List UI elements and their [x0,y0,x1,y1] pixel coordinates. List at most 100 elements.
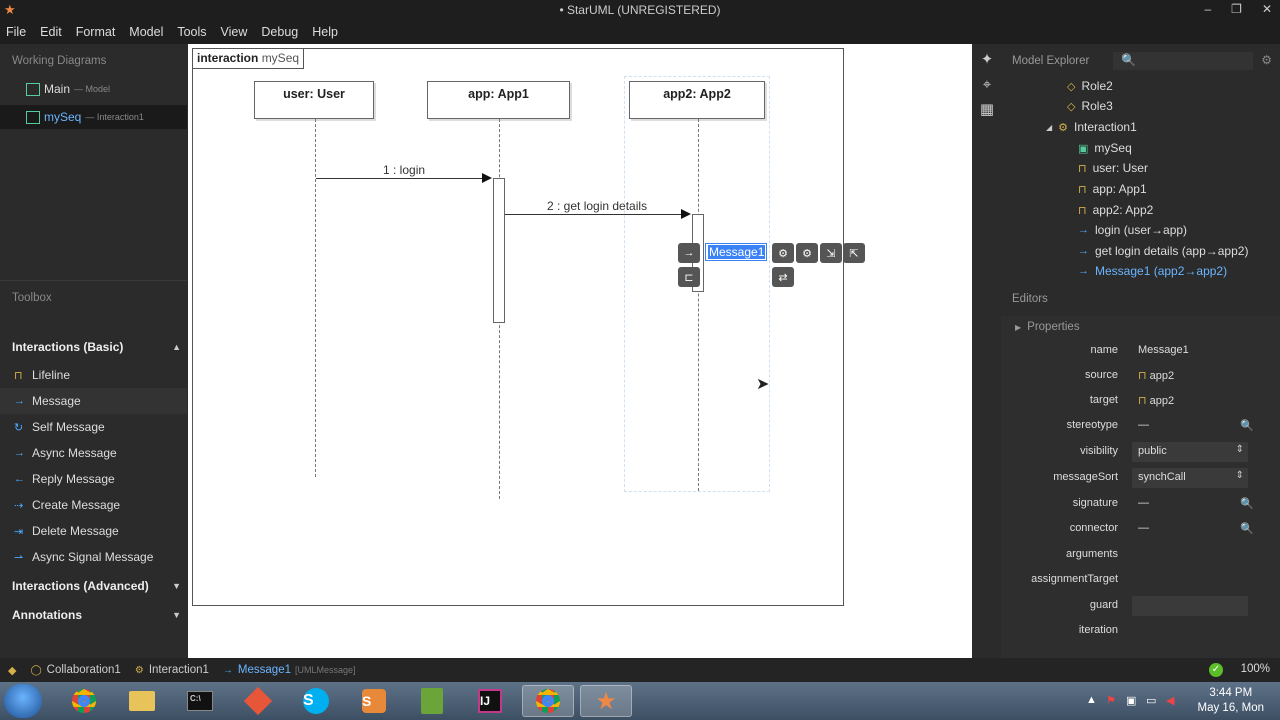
tool-create-message[interactable]: ⇢ Create Message [0,492,187,518]
minimize-button[interactable]: – [1204,2,1211,16]
breadcrumb-message[interactable]: → Message1 [UMLMessage] [223,664,356,676]
intellij-taskbar-icon[interactable]: IJ [464,685,516,717]
search-icon[interactable]: 🔍 [1240,497,1254,510]
assignment-target-field[interactable] [1132,570,1144,590]
tool-lifeline[interactable]: ⊓ Lifeline [0,362,187,388]
tray-expand-icon[interactable]: ▲ [1086,694,1097,706]
chrome-window-taskbar-icon[interactable] [522,685,574,717]
name-field[interactable]: Message1 [1132,341,1195,361]
lifeline-app2[interactable]: app2: App2 [629,81,765,119]
gear-icon[interactable]: ⚙ [1261,53,1272,67]
message-name-editor[interactable]: Message1 [705,243,767,261]
zoom-level[interactable]: 100% [1241,663,1270,675]
toolbox-group-basic[interactable]: Interactions (Basic) ▲ [0,334,187,360]
menu-view[interactable]: View [221,25,248,39]
message-option-2-button[interactable]: ⚙ [796,243,818,263]
git-taskbar-icon[interactable] [232,685,284,717]
model-explorer-search[interactable]: 🔍 [1113,52,1253,70]
tree-item-user[interactable]: ⊓ user: User [1078,158,1148,178]
reverse-direction-button[interactable]: ⇄ [772,267,794,287]
tray-flag-icon[interactable]: ⚑ [1106,694,1116,707]
tree-item-message1[interactable]: → Message1 (app2→app2) [1078,261,1227,281]
message-get-login-details-label[interactable]: 2 : get login details [547,199,647,213]
message-get-login-details-line[interactable] [505,214,683,215]
stereotype-field[interactable]: — [1132,416,1155,436]
arguments-field[interactable] [1132,545,1144,565]
tree-item-myseq[interactable]: ▣ mySeq [1078,138,1132,158]
tool-reply-message[interactable]: ← Reply Message [0,466,187,492]
lifeline-user[interactable]: user: User [254,81,374,119]
toolbox-group-advanced[interactable]: Interactions (Advanced) ▼ [0,573,187,599]
tree-item-app2[interactable]: ⊓ app2: App2 [1078,200,1153,220]
activation-app[interactable] [493,178,505,323]
maximize-button[interactable]: ❐ [1231,2,1242,16]
add-combined-fragment-quick-button[interactable]: ⊏ [678,267,700,287]
tool-self-message[interactable]: ↻ Self Message [0,414,187,440]
tool-async-message[interactable]: → Async Message [0,440,187,466]
working-diagram-main[interactable]: Main — Model [0,77,187,101]
toolbox-group-annotations[interactable]: Annotations ▼ [0,602,187,628]
diagram-canvas[interactable]: interaction mySeq user: User app: App1 a… [188,44,972,658]
staruml-taskbar-icon[interactable]: ★ [580,685,632,717]
message-option-1-button[interactable]: ⚙ [772,243,794,263]
iteration-field[interactable] [1132,621,1144,641]
tree-item-interaction1[interactable]: ◢ ⚙ Interaction1 [1046,117,1137,137]
command-prompt-taskbar-icon[interactable]: C:\ [174,685,226,717]
model-explorer-title: Model Explorer [1012,55,1090,67]
menu-model[interactable]: Model [129,25,163,39]
tree-item-role2[interactable]: ◇ Role2 [1067,76,1113,96]
search-icon[interactable]: 🔍 [1240,419,1254,432]
system-clock[interactable]: 3:44 PM May 16, Mon [1198,686,1264,716]
model-explorer-header: Model Explorer 🔍 ⚙ [1001,44,1280,76]
search-icon[interactable]: 🔍 [1240,522,1254,535]
target-field[interactable]: ⊓ app2 [1132,391,1180,411]
add-message-quick-button[interactable]: → [678,243,700,263]
tray-app-icon[interactable]: ▣ [1126,694,1136,707]
tree-item-app[interactable]: ⊓ app: App1 [1078,179,1147,199]
group-label: Annotations [12,608,82,622]
tool-delete-message[interactable]: ⇥ Delete Message [0,518,187,544]
message-login-line[interactable] [316,178,484,179]
lifeline-app[interactable]: app: App1 [427,81,570,119]
skype-taskbar-icon[interactable]: S [290,685,342,717]
visibility-select[interactable]: public ⇕ [1132,442,1248,462]
layout-grid-icon[interactable]: ▦ [978,100,996,118]
start-button[interactable] [4,684,42,718]
message-option-4-button[interactable]: ⇱ [843,243,865,263]
menu-tools[interactable]: Tools [177,25,206,39]
extensions-puzzle-icon[interactable]: ✦ [978,50,996,68]
tray-network-icon[interactable]: ▭ [1146,694,1156,707]
crosshair-icon[interactable]: ⌖ [978,76,996,94]
tree-item-role3[interactable]: ◇ Role3 [1067,96,1113,116]
validation-ok-icon[interactable]: ✓ [1209,663,1223,677]
spreadsheet-taskbar-icon[interactable] [406,685,458,717]
tool-message[interactable]: → Message [0,388,187,414]
sublime-text-taskbar-icon[interactable]: S [348,685,400,717]
tree-item-get-login-details[interactable]: → get login details (app→app2) [1078,241,1248,261]
file-explorer-taskbar-icon[interactable] [116,685,168,717]
message-arrow-icon: → [222,664,233,676]
signature-field[interactable]: — [1132,494,1155,514]
connector-field[interactable]: — [1132,519,1155,539]
menu-format[interactable]: Format [76,25,116,39]
message-login-label[interactable]: 1 : login [383,163,425,177]
chrome-taskbar-icon[interactable] [58,685,110,717]
message-sort-select[interactable]: synchCall ⇕ [1132,468,1248,488]
source-field[interactable]: ⊓ app2 [1132,366,1180,386]
menu-debug[interactable]: Debug [261,25,298,39]
message-option-3-button[interactable]: ⇲ [820,243,842,263]
tree-item-login[interactable]: → login (user→app) [1078,220,1187,240]
tool-async-signal-message[interactable]: ⇀ Async Signal Message [0,544,187,570]
close-button[interactable]: ✕ [1262,2,1272,16]
working-diagram-myseq[interactable]: mySeq — Interaction1 [0,105,187,129]
menu-file[interactable]: File [6,25,26,39]
tray-volume-icon[interactable]: ◀ [1166,694,1174,707]
properties-header[interactable]: ▶ Properties [1015,321,1080,333]
breadcrumb-collaboration[interactable]: ◯ Collaboration1 [30,664,120,676]
guard-field[interactable] [1132,596,1248,616]
menu-help[interactable]: Help [312,25,338,39]
visibility-value: public [1138,445,1167,457]
menu-edit[interactable]: Edit [40,25,62,39]
breadcrumb-interaction[interactable]: ⚙ Interaction1 [135,664,209,676]
prop-row-assignment-target: assignmentTarget [1001,568,1280,594]
